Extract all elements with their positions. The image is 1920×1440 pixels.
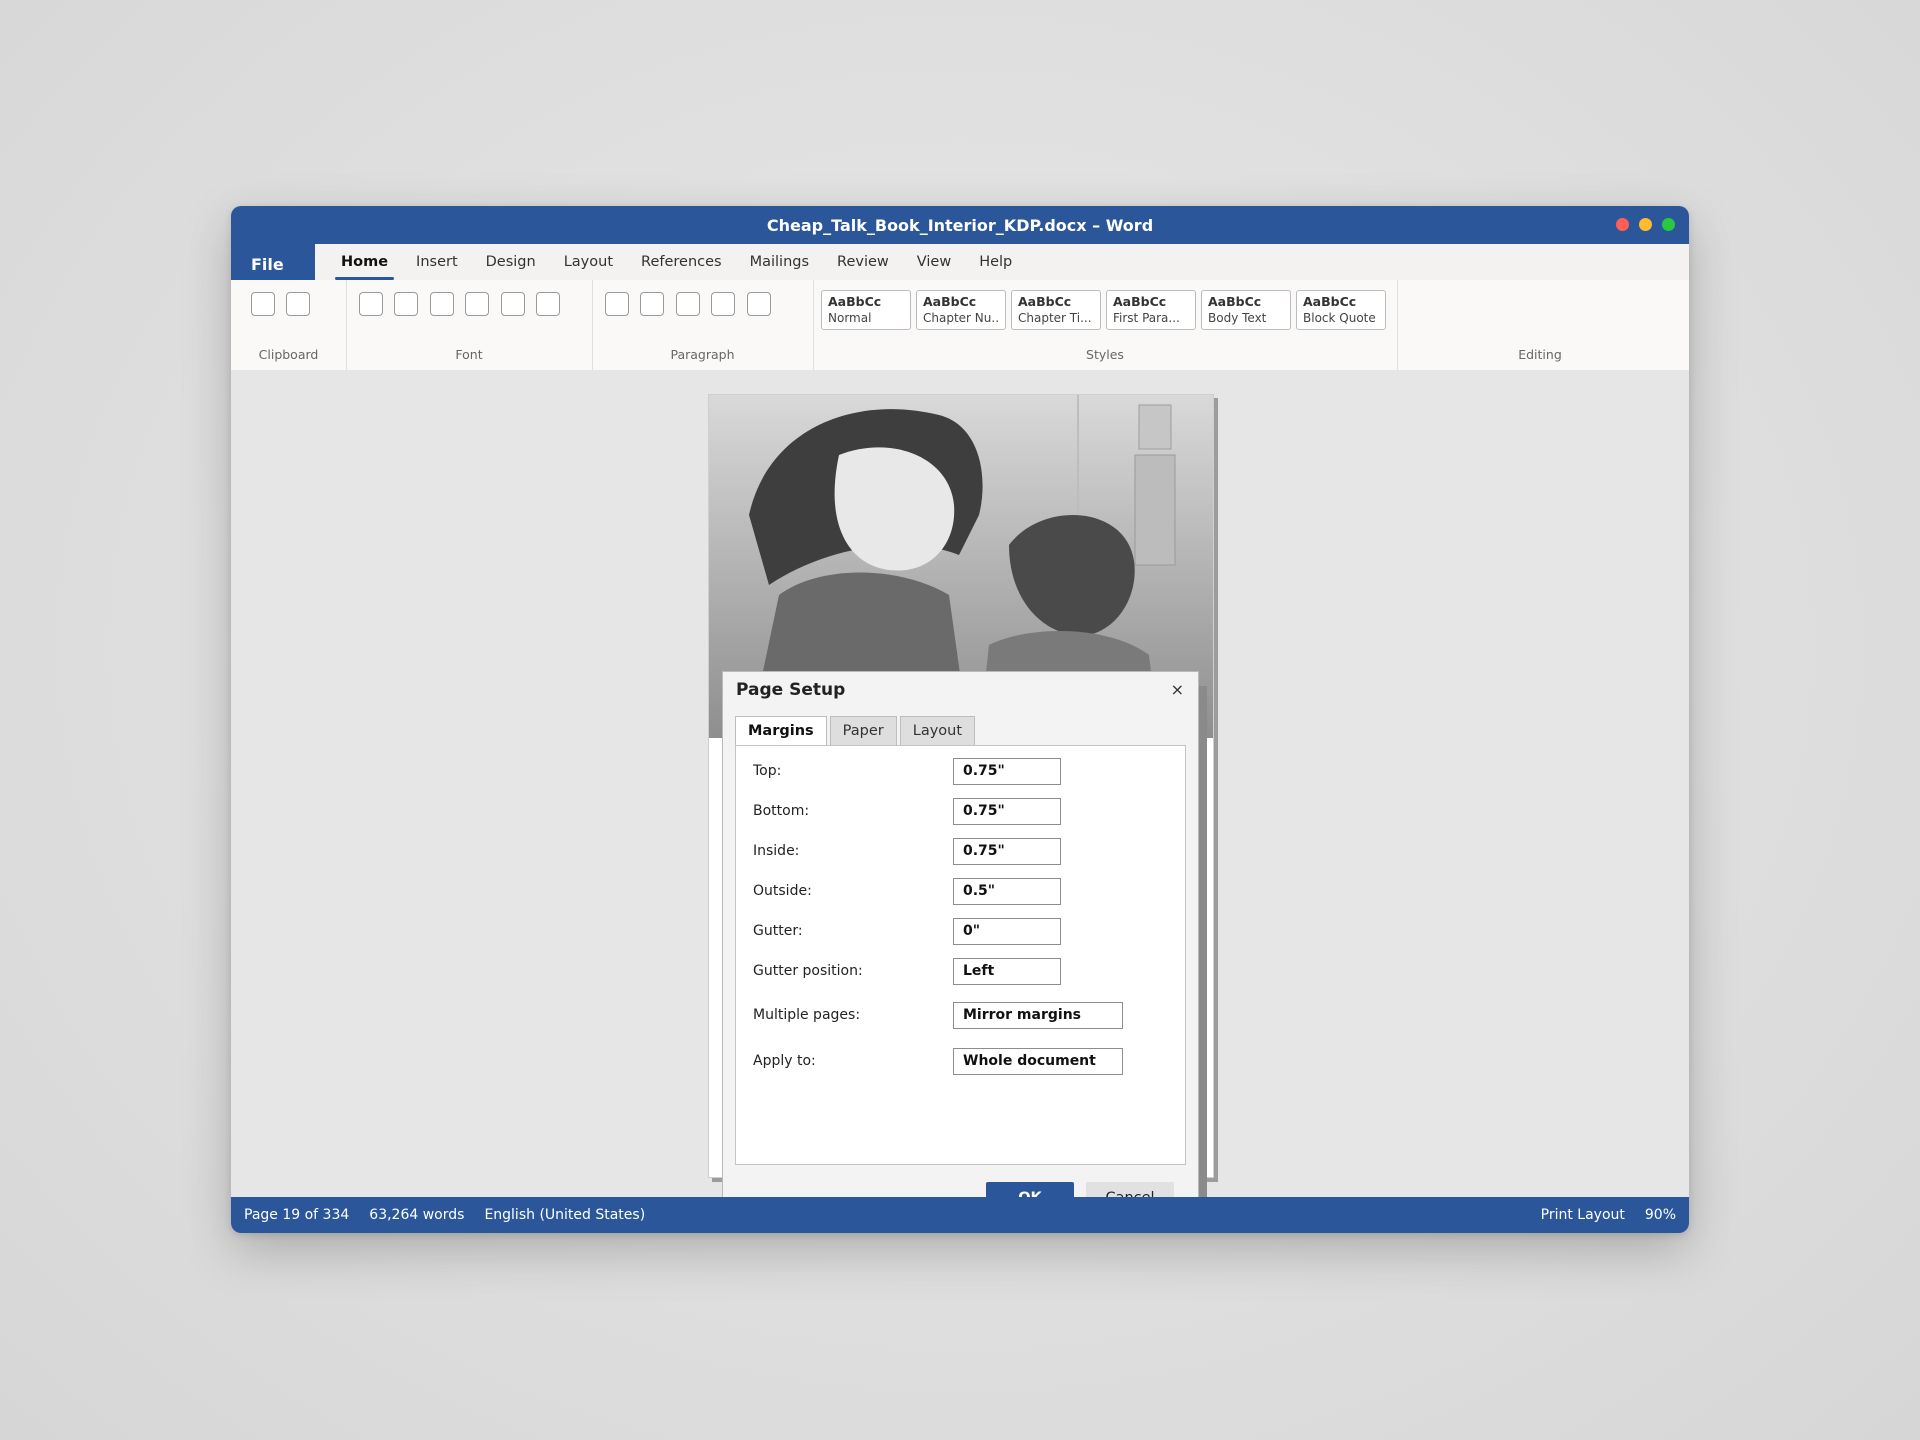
tab-home[interactable]: Home <box>327 244 402 280</box>
gutter-input[interactable]: 0" <box>953 918 1061 945</box>
style-sample: AaBbCc <box>1303 294 1357 309</box>
font-button-3[interactable] <box>430 292 454 316</box>
style-chapter-title[interactable]: AaBbCc Chapter Ti... <box>1011 290 1101 330</box>
multiple-pages-label: Multiple pages: <box>753 1007 861 1023</box>
paragraph-button-3[interactable] <box>676 292 700 316</box>
page-setup-dialog: Page Setup × Margins Paper Layout Top: 0… <box>722 671 1199 1227</box>
margins-panel: Top: 0.75" Bottom: 0.75" Inside: 0.75" O… <box>735 745 1186 1165</box>
editing-group-label: Editing <box>1518 347 1562 362</box>
style-block-quote[interactable]: AaBbCc Block Quote <box>1296 290 1386 330</box>
clipboard-group: Clipboard <box>231 280 347 370</box>
title-bar: Cheap_Talk_Book_Interior_KDP.docx – Word <box>231 206 1689 244</box>
status-left: Page 19 of 334 63,264 words English (Uni… <box>244 1197 645 1233</box>
tab-review[interactable]: Review <box>823 244 903 280</box>
status-right: Print Layout 90% <box>1541 1197 1676 1233</box>
inside-margin-label: Inside: <box>753 843 800 859</box>
top-margin-input[interactable]: 0.75" <box>953 758 1061 785</box>
font-group-label: Font <box>455 347 483 362</box>
ribbon: Clipboard Font Paragraph AaBbCc Normal A… <box>231 280 1689 371</box>
bottom-margin-label: Bottom: <box>753 803 810 819</box>
font-button-5[interactable] <box>501 292 525 316</box>
close-window-button[interactable] <box>1616 218 1629 231</box>
minimize-window-button[interactable] <box>1639 218 1652 231</box>
status-bar: Page 19 of 334 63,264 words English (Uni… <box>231 1197 1689 1233</box>
tab-help[interactable]: Help <box>965 244 1026 280</box>
paragraph-group: Paragraph <box>592 280 814 370</box>
apply-to-label: Apply to: <box>753 1053 816 1069</box>
font-button-1[interactable] <box>359 292 383 316</box>
gutter-position-select[interactable]: Left <box>953 958 1061 985</box>
dialog-tab-margins[interactable]: Margins <box>735 716 827 747</box>
language-status[interactable]: English (United States) <box>484 1197 645 1233</box>
style-name: Chapter Nu... <box>923 311 999 325</box>
zoom-level-status[interactable]: 90% <box>1645 1197 1676 1233</box>
style-sample: AaBbCc <box>1113 294 1167 309</box>
multiple-pages-select[interactable]: Mirror margins <box>953 1002 1123 1029</box>
tab-insert[interactable]: Insert <box>402 244 472 280</box>
dialog-tabs: Margins Paper Layout <box>735 716 976 747</box>
apply-to-select[interactable]: Whole document <box>953 1048 1123 1075</box>
outside-margin-label: Outside: <box>753 883 812 899</box>
style-first-paragraph[interactable]: AaBbCc First Para... <box>1106 290 1196 330</box>
tab-design[interactable]: Design <box>472 244 550 280</box>
style-name: Normal <box>828 311 872 325</box>
paste-button[interactable] <box>251 292 275 316</box>
style-sample: AaBbCc <box>1018 294 1072 309</box>
tab-layout[interactable]: Layout <box>550 244 627 280</box>
word-count-status[interactable]: 63,264 words <box>369 1197 464 1233</box>
font-button-6[interactable] <box>536 292 560 316</box>
style-sample: AaBbCc <box>923 294 977 309</box>
style-chapter-number[interactable]: AaBbCc Chapter Nu... <box>916 290 1006 330</box>
paragraph-button-5[interactable] <box>747 292 771 316</box>
style-name: Chapter Ti... <box>1018 311 1092 325</box>
tab-view[interactable]: View <box>903 244 965 280</box>
styles-group-label: Styles <box>1086 347 1124 362</box>
paragraph-group-label: Paragraph <box>670 347 735 362</box>
paragraph-button-2[interactable] <box>640 292 664 316</box>
editing-group: Editing <box>1397 280 1683 370</box>
page-count-status[interactable]: Page 19 of 334 <box>244 1197 349 1233</box>
font-button-2[interactable] <box>394 292 418 316</box>
paragraph-button-1[interactable] <box>605 292 629 316</box>
dialog-title: Page Setup <box>736 680 846 700</box>
style-sample: AaBbCc <box>1208 294 1262 309</box>
dialog-tab-layout[interactable]: Layout <box>899 716 976 746</box>
top-margin-label: Top: <box>753 763 782 779</box>
font-group: Font <box>346 280 593 370</box>
clipboard-group-label: Clipboard <box>258 347 319 362</box>
maximize-window-button[interactable] <box>1662 218 1675 231</box>
window-controls <box>1616 218 1675 231</box>
inside-margin-input[interactable]: 0.75" <box>953 838 1061 865</box>
tab-mailings[interactable]: Mailings <box>736 244 823 280</box>
outside-margin-input[interactable]: 0.5" <box>953 878 1061 905</box>
close-icon[interactable]: × <box>1171 680 1184 699</box>
tab-file[interactable]: File <box>231 244 315 280</box>
gutter-label: Gutter: <box>753 923 803 939</box>
document-canvas[interactable]: p y gg , 1 Page Setup × Margins Paper La… <box>231 370 1689 1233</box>
gutter-position-label: Gutter position: <box>753 963 863 979</box>
styles-group: AaBbCc Normal AaBbCc Chapter Nu... AaBbC… <box>813 280 1398 370</box>
window-title: Cheap_Talk_Book_Interior_KDP.docx – Word <box>766 216 1154 235</box>
bottom-margin-input[interactable]: 0.75" <box>953 798 1061 825</box>
copy-button[interactable] <box>286 292 310 316</box>
ribbon-tabs: Home Insert Design Layout References Mai… <box>327 244 1026 280</box>
style-name: First Para... <box>1113 311 1180 325</box>
font-button-4[interactable] <box>465 292 489 316</box>
style-normal[interactable]: AaBbCc Normal <box>821 290 911 330</box>
view-mode-status[interactable]: Print Layout <box>1541 1197 1625 1233</box>
paragraph-button-4[interactable] <box>711 292 735 316</box>
dialog-tab-paper[interactable]: Paper <box>829 716 897 746</box>
style-name: Block Quote <box>1303 311 1376 325</box>
word-window: Cheap_Talk_Book_Interior_KDP.docx – Word… <box>231 206 1689 1233</box>
style-name: Body Text <box>1208 311 1267 325</box>
style-sample: AaBbCc <box>828 294 882 309</box>
style-body-text[interactable]: AaBbCc Body Text <box>1201 290 1291 330</box>
ribbon-tab-bar: File Home Insert Design Layout Reference… <box>231 244 1689 280</box>
tab-references[interactable]: References <box>627 244 736 280</box>
